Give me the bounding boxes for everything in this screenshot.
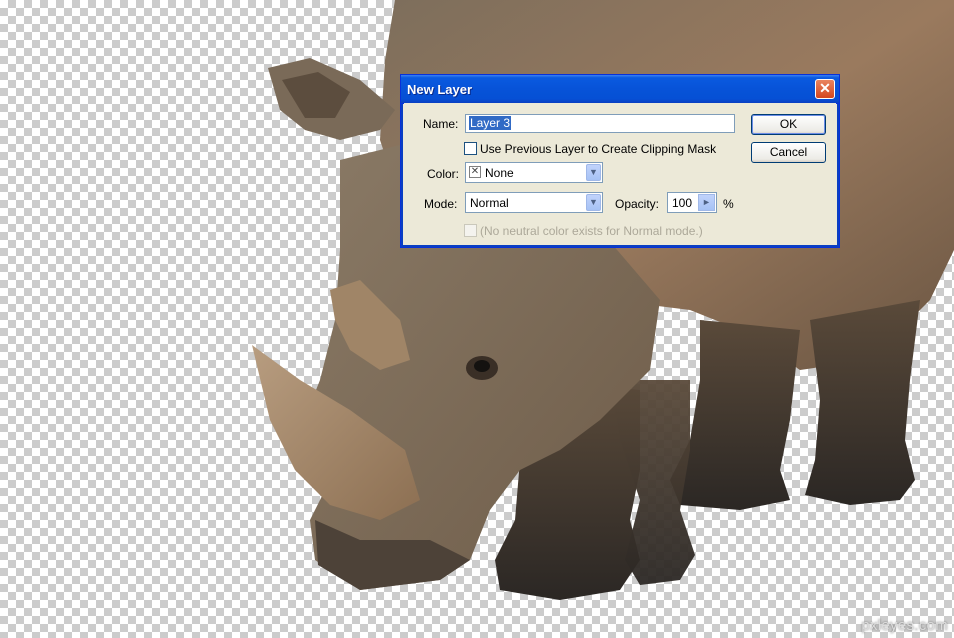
- no-color-swatch-icon: ✕: [469, 166, 481, 178]
- name-label: Name:: [423, 117, 459, 131]
- opacity-label: Opacity:: [615, 197, 660, 211]
- dialog-body: Name: Layer 3 Use Previous Layer to Crea…: [404, 103, 836, 244]
- name-input[interactable]: Layer 3: [465, 114, 735, 133]
- color-select[interactable]: ✕ None ▼: [465, 162, 603, 183]
- name-value: Layer 3: [469, 116, 512, 130]
- new-layer-dialog: New Layer ✕ Name: Layer 3 Use Previous L…: [400, 74, 840, 248]
- mode-value: Normal: [470, 196, 509, 210]
- clipping-mask-label: Use Previous Layer to Create Clipping Ma…: [480, 142, 717, 156]
- ok-button[interactable]: OK: [751, 114, 826, 135]
- neutral-color-label: (No neutral color exists for Normal mode…: [480, 224, 703, 238]
- dialog-title: New Layer: [407, 82, 473, 97]
- neutral-color-checkbox: [464, 224, 477, 237]
- chevron-down-icon[interactable]: ▼: [586, 164, 601, 181]
- opacity-input[interactable]: 100 ►: [667, 192, 717, 213]
- opacity-unit: %: [723, 197, 734, 211]
- watermark: pxleyes.com: [861, 617, 948, 634]
- chevron-down-icon[interactable]: ▼: [586, 194, 601, 211]
- color-value: None: [485, 166, 514, 180]
- close-button[interactable]: ✕: [815, 79, 835, 99]
- mode-label: Mode:: [424, 197, 458, 211]
- mode-select[interactable]: Normal ▼: [465, 192, 603, 213]
- opacity-value: 100: [672, 196, 693, 210]
- dialog-titlebar[interactable]: New Layer ✕: [401, 75, 839, 104]
- clipping-mask-checkbox[interactable]: [464, 142, 477, 155]
- color-label: Color:: [427, 167, 460, 181]
- cancel-button[interactable]: Cancel: [751, 142, 826, 163]
- chevron-right-icon[interactable]: ►: [698, 194, 715, 211]
